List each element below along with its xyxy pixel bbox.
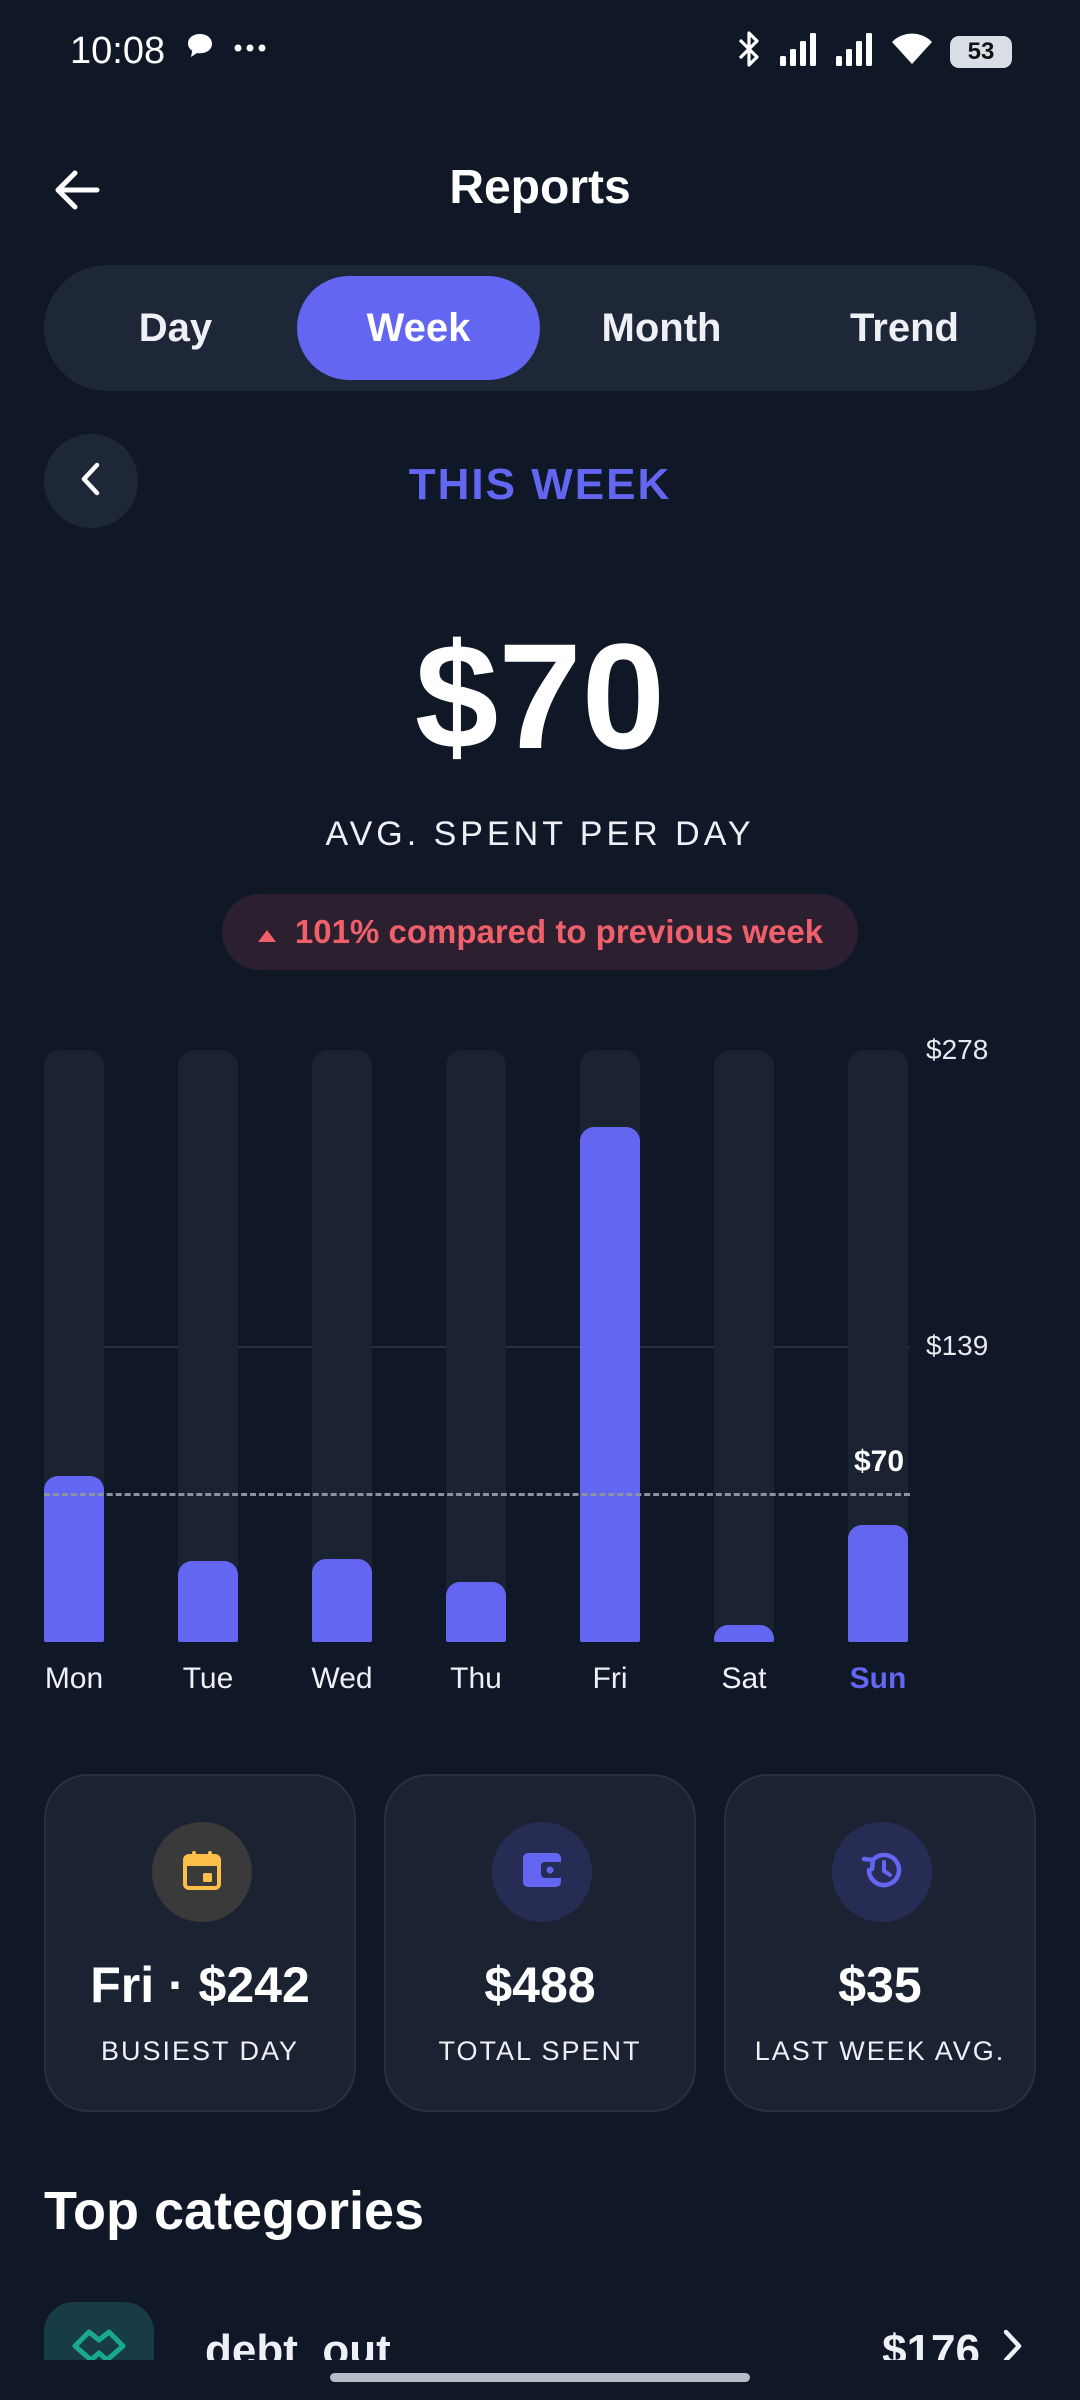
more-dots-icon [233, 40, 267, 58]
average-line-label: $70 [854, 1444, 905, 1478]
status-left-icons [185, 32, 267, 65]
chevron-right-icon [1000, 2326, 1024, 2360]
header: Reports [0, 140, 1080, 240]
stat-card-last-week-average: $35 LAST WEEK AVG. [724, 1774, 1036, 2112]
tab-trend[interactable]: Trend [783, 276, 1026, 380]
weekly-spending-chart: $278 $139 Mon Tue Wed Thu Fri Sat Sun $70 [0, 1030, 1080, 1710]
bluetooth-icon [736, 30, 762, 73]
stat-icon-container [152, 1822, 252, 1922]
stat-value: $488 [484, 1957, 596, 2013]
chart-bar-track [178, 1050, 238, 1642]
top-categories-title: Top categories [44, 2181, 425, 2241]
triangle-up-icon [257, 913, 277, 951]
category-row[interactable]: debt_out $176 [0, 2290, 1080, 2360]
x-axis-day-label[interactable]: Thu [416, 1662, 536, 1696]
y-axis-tick-label: $139 [926, 1330, 989, 1361]
x-axis-day-label[interactable]: Sat [684, 1662, 804, 1696]
page-title: Reports [449, 161, 631, 214]
average-spent-value: $70 [414, 612, 666, 780]
category-icon-container [44, 2302, 154, 2360]
status-right-icons: 53 [736, 30, 1012, 73]
category-name: debt_out [205, 2326, 391, 2360]
signal-icon [778, 32, 818, 71]
signal-icon [834, 32, 874, 71]
stat-value: $35 [838, 1957, 922, 2013]
chart-bar-track [312, 1050, 372, 1642]
wifi-icon [890, 32, 934, 71]
x-axis-day-label[interactable]: Sun [818, 1662, 938, 1696]
chat-bubble-icon [185, 32, 215, 65]
history-icon [860, 1849, 904, 1896]
battery-level: 53 [967, 37, 995, 65]
x-axis-day-label[interactable]: Tue [148, 1662, 268, 1696]
chart-bar [580, 1126, 640, 1642]
chart-bar [44, 1475, 104, 1642]
chart-bar-track [714, 1050, 774, 1642]
comparison-badge: 101% compared to previous week [222, 894, 858, 970]
status-time: 10:08 [70, 30, 166, 72]
period-label: THIS WEEK [408, 460, 672, 509]
chart-bar [178, 1561, 238, 1642]
stat-label: LAST WEEK AVG. [754, 2036, 1006, 2066]
category-amount: $176 [882, 2326, 980, 2360]
chart-bar [312, 1558, 372, 1642]
stat-icon-container [492, 1822, 592, 1922]
period-navigation: THIS WEEK [0, 434, 1080, 530]
x-axis-day-label[interactable]: Mon [14, 1662, 134, 1696]
stat-value: Fri · $242 [90, 1957, 310, 2013]
stat-card-total-spent: $488 TOTAL SPENT [384, 1774, 696, 2112]
average-line [44, 1492, 910, 1496]
stat-card-busiest-day: Fri · $242 BUSIEST DAY [44, 1774, 356, 2112]
battery-icon: 53 [950, 35, 1012, 68]
x-axis-day-label[interactable]: Wed [282, 1662, 402, 1696]
stat-label: TOTAL SPENT [438, 2036, 642, 2066]
chart-bar [714, 1624, 774, 1642]
stat-label: BUSIEST DAY [100, 2036, 300, 2066]
calendar-icon [182, 1849, 222, 1896]
chart-bar-track [446, 1050, 506, 1642]
tab-day[interactable]: Day [54, 276, 297, 380]
wallet-icon [521, 1851, 563, 1894]
period-tabs: Day Week Month Trend [44, 265, 1036, 391]
chart-bar [446, 1582, 506, 1642]
y-axis-tick-label: $278 [926, 1034, 989, 1065]
stat-icon-container [832, 1822, 932, 1922]
comparison-text: 101% compared to previous week [294, 913, 824, 950]
x-axis-day-label[interactable]: Fri [550, 1662, 670, 1696]
status-bar: 10:08 53 [0, 0, 1080, 110]
home-indicator[interactable] [330, 2373, 750, 2382]
tab-week[interactable]: Week [297, 276, 540, 380]
handshake-icon [71, 2324, 127, 2360]
average-spent-label: AVG. SPENT PER DAY [325, 815, 755, 853]
tab-month[interactable]: Month [540, 276, 783, 380]
chart-bar [848, 1524, 908, 1642]
